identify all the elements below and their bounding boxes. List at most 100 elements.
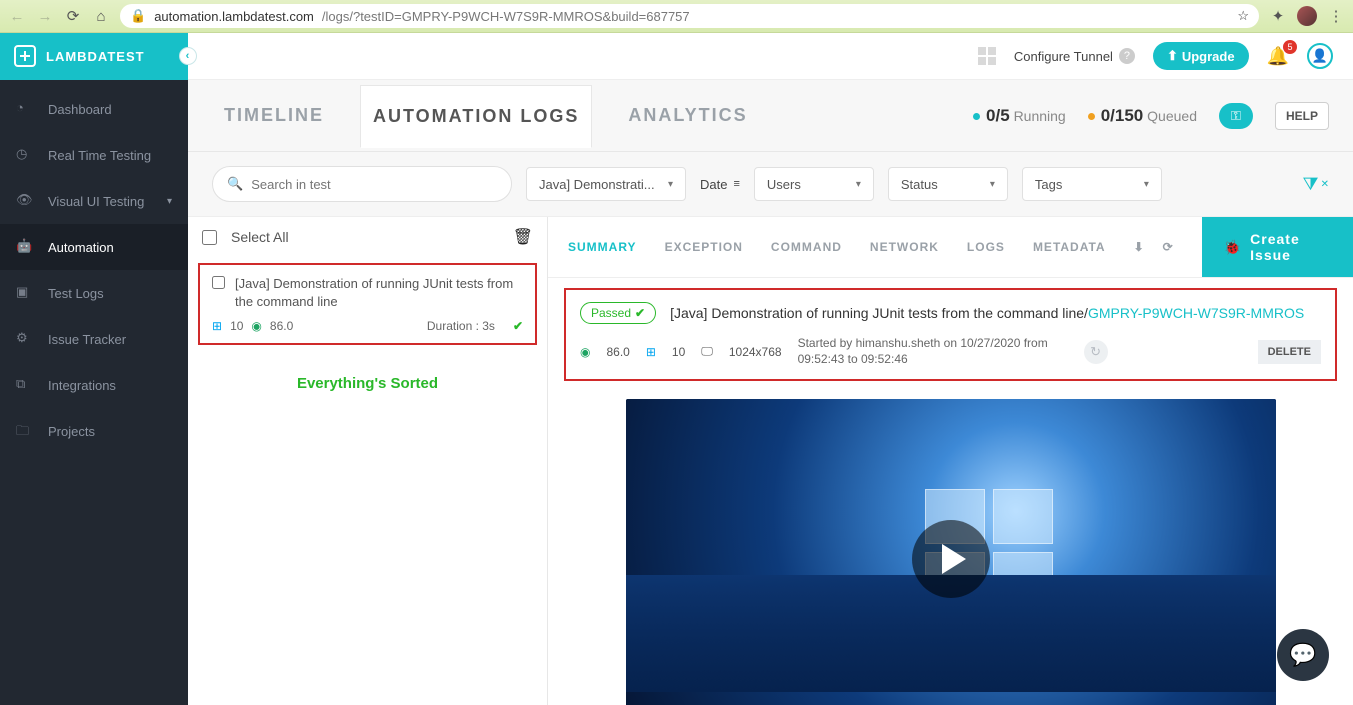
date-filter[interactable]: Date≡ — [700, 177, 740, 192]
select-all-checkbox[interactable] — [202, 230, 217, 245]
notification-badge: 5 — [1283, 40, 1297, 54]
forward-icon[interactable]: → — [36, 7, 54, 25]
profile-avatar[interactable] — [1297, 6, 1317, 26]
detail-tab-summary[interactable]: SUMMARY — [568, 240, 637, 254]
filters: 🔍 Java] Demonstrati...▾ Date≡ Users▾ Sta… — [188, 152, 1353, 217]
reload-icon[interactable]: ⟳ — [64, 7, 82, 25]
apps-icon[interactable] — [978, 47, 996, 65]
check-icon: ✔ — [513, 319, 523, 333]
tags-dropdown[interactable]: Tags▾ — [1022, 167, 1162, 201]
chevron-down-icon: ▾ — [856, 179, 861, 190]
tab-analytics[interactable]: ANALYTICS — [616, 85, 759, 146]
sidebar-item-projects[interactable]: 🗀Projects — [0, 408, 188, 454]
configure-tunnel-link[interactable]: Configure Tunnel ? — [1014, 48, 1135, 64]
chrome-icon: ◉ — [580, 345, 590, 359]
delete-icon[interactable]: 🗑 — [513, 227, 533, 247]
menu-icon[interactable]: ⋮ — [1327, 7, 1345, 25]
tab-automation-logs[interactable]: AUTOMATION LOGS — [360, 85, 592, 148]
address-bar[interactable]: 🔒 automation.lambdatest.com/logs/?testID… — [120, 4, 1259, 28]
user-menu-icon[interactable]: 👤 — [1307, 43, 1333, 69]
logo-icon — [14, 45, 36, 67]
browser-toolbar: ← → ⟳ ⌂ 🔒 automation.lambdatest.com/logs… — [0, 0, 1353, 33]
sidebar-item-issue-tracker[interactable]: ⚙Issue Tracker — [0, 316, 188, 362]
lock-icon: 🔒 — [130, 8, 146, 24]
chrome-icon: ◉ — [251, 319, 261, 333]
running-count: 0/5 Running — [973, 106, 1066, 126]
os-version: 10 — [230, 319, 243, 333]
filter-icon: ≡ — [733, 178, 739, 190]
test-dropdown[interactable]: Java] Demonstrati...▾ — [526, 167, 686, 201]
clear-filters-icon[interactable]: ⧩✕ — [1303, 174, 1329, 195]
monitor-icon: 🖵 — [701, 344, 713, 359]
test-title: [Java] Demonstration of running JUnit te… — [235, 275, 523, 311]
status-badge: Passed✔ — [580, 302, 656, 324]
resolution: 1024x768 — [729, 345, 782, 359]
detail-title: [Java] Demonstration of running JUnit te… — [670, 305, 1304, 321]
main-tabs: TIMELINE AUTOMATION LOGS ANALYTICS 0/5 R… — [188, 80, 1353, 152]
url-host: automation.lambdatest.com — [154, 9, 314, 24]
search-input[interactable]: 🔍 — [212, 166, 512, 202]
sidebar-item-visual-ui[interactable]: 👁Visual UI Testing▾ — [0, 178, 188, 224]
detail-tab-metadata[interactable]: METADATA — [1033, 240, 1106, 254]
video-container — [548, 391, 1353, 705]
detail-tab-exception[interactable]: EXCEPTION — [665, 240, 743, 254]
box-icon: ▣ — [16, 284, 34, 302]
sidebar-item-realtime[interactable]: ◷Real Time Testing — [0, 132, 188, 178]
create-issue-button[interactable]: 🐞Create Issue — [1202, 217, 1353, 277]
extensions-icon[interactable]: ✦ — [1269, 7, 1287, 25]
chat-fab-icon[interactable]: 💬 — [1277, 629, 1329, 681]
test-list: Select All 🗑 [Java] Demonstration of run… — [188, 217, 548, 705]
plug-icon: ⧉ — [16, 376, 34, 394]
tab-timeline[interactable]: TIMELINE — [212, 85, 336, 146]
detail-tab-command[interactable]: COMMAND — [771, 240, 842, 254]
download-icon[interactable]: ⬇ — [1134, 240, 1145, 254]
duration: Duration : 3s — [427, 319, 495, 333]
status-dropdown[interactable]: Status▾ — [888, 167, 1008, 201]
chevron-down-icon: ▾ — [167, 196, 172, 207]
detail-summary: Passed✔ [Java] Demonstration of running … — [564, 288, 1337, 381]
back-icon[interactable]: ← — [8, 7, 26, 25]
chevron-down-icon: ▾ — [990, 179, 995, 190]
sidebar-item-dashboard[interactable]: ◔Dashboard — [0, 86, 188, 132]
help-icon[interactable]: ? — [1119, 48, 1135, 64]
detail-tab-logs[interactable]: LOGS — [967, 240, 1005, 254]
detail-tab-network[interactable]: NETWORK — [870, 240, 939, 254]
test-card[interactable]: [Java] Demonstration of running JUnit te… — [198, 263, 537, 345]
detail-panel: SUMMARY EXCEPTION COMMAND NETWORK LOGS M… — [548, 217, 1353, 705]
os-version: 10 — [672, 345, 685, 359]
gauge-icon: ◔ — [16, 100, 34, 118]
delete-button[interactable]: DELETE — [1258, 340, 1321, 364]
sidebar-item-test-logs[interactable]: ▣Test Logs — [0, 270, 188, 316]
refresh-icon[interactable]: ⟳ — [1163, 240, 1174, 254]
check-icon: ✔ — [635, 306, 645, 320]
key-icon[interactable]: ⚿ — [1219, 103, 1253, 129]
robot-icon: 🤖 — [16, 238, 34, 256]
repeat-icon[interactable]: ↻ — [1084, 340, 1108, 364]
app-topbar: LAMBDATEST ‹ Configure Tunnel ? ⬆Upgrade… — [0, 33, 1353, 80]
browser-version: 86.0 — [606, 345, 629, 359]
windows-icon: ⊞ — [646, 345, 656, 359]
sorted-label: Everything's Sorted — [188, 351, 547, 416]
help-button[interactable]: HELP — [1275, 102, 1329, 130]
notifications-icon[interactable]: 🔔5 — [1267, 46, 1289, 67]
search-icon: 🔍 — [227, 176, 243, 192]
queued-count: 0/150 Queued — [1088, 106, 1197, 126]
sidebar-item-automation[interactable]: 🤖Automation — [0, 224, 188, 270]
bug-icon: 🐞 — [1224, 239, 1242, 256]
collapse-sidebar-icon[interactable]: ‹ — [179, 47, 197, 65]
windows-icon: ⊞ — [212, 319, 222, 333]
chevron-down-icon: ▾ — [1144, 179, 1149, 190]
search-field[interactable] — [251, 177, 497, 192]
users-dropdown[interactable]: Users▾ — [754, 167, 874, 201]
url-path: /logs/?testID=GMPRY-P9WCH-W7S9R-MMROS&bu… — [322, 9, 690, 24]
star-icon[interactable]: ☆ — [1237, 8, 1249, 24]
test-id-link[interactable]: GMPRY-P9WCH-W7S9R-MMROS — [1088, 305, 1304, 321]
play-icon[interactable] — [912, 520, 990, 598]
upgrade-button[interactable]: ⬆Upgrade — [1153, 42, 1249, 70]
test-video[interactable] — [626, 399, 1276, 705]
brand[interactable]: LAMBDATEST ‹ — [0, 33, 188, 80]
home-icon[interactable]: ⌂ — [92, 7, 110, 25]
started-text: Started by himanshu.sheth on 10/27/2020 … — [798, 336, 1068, 367]
test-checkbox[interactable] — [212, 275, 225, 290]
sidebar-item-integrations[interactable]: ⧉Integrations — [0, 362, 188, 408]
